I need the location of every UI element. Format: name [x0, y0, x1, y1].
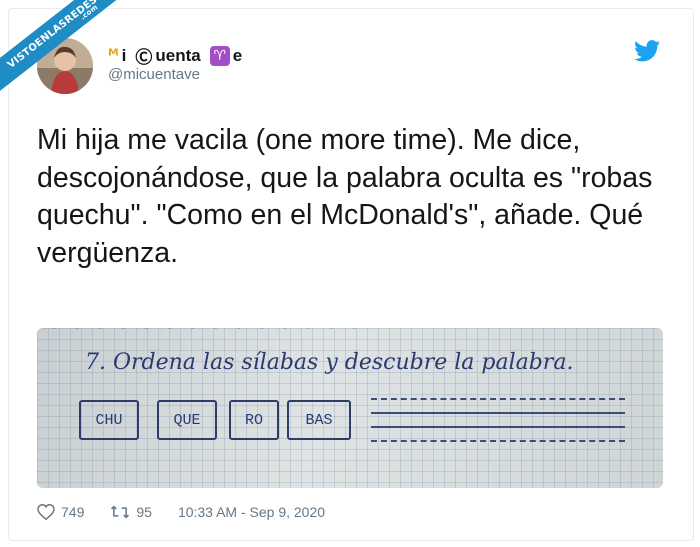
name-mid: i — [121, 45, 127, 65]
name-copyright-glyph: Ⓒ — [135, 48, 153, 68]
tweet-timestamp[interactable]: 10:33 AM - Sep 9, 2020 — [178, 504, 325, 520]
answer-line — [371, 440, 625, 442]
syllable-box: CHU — [79, 400, 139, 440]
tweet-text: Mi hija me vacila (one more time). Me di… — [37, 124, 653, 269]
author-name[interactable]: ᴹ i Ⓒ uenta ♈ e — [108, 43, 242, 68]
syllable-box: QUE — [157, 400, 217, 440]
retweet-icon[interactable] — [110, 504, 130, 520]
retweet-count: 95 — [136, 504, 152, 520]
heart-icon[interactable] — [37, 504, 55, 520]
author-handle[interactable]: @micuentave — [108, 66, 200, 83]
syllable-box: RO — [229, 400, 279, 440]
name-suffix: e — [232, 45, 243, 65]
name-aries-glyph: ♈ — [209, 45, 230, 66]
tweet-footer: 749 95 10:33 AM - Sep 9, 2020 — [37, 503, 325, 521]
syllable-box: BAS — [287, 400, 351, 440]
exercise-instruction: 7. Ordena las sílabas y descubre la pala… — [85, 350, 574, 375]
tweet-photo[interactable]: ~ ~ ~ ~ ~ ~ ~ ~ ~ ~ ~ ~ ~ ~ 7. Ordena la… — [37, 328, 663, 488]
name-word: uenta — [155, 45, 201, 65]
answer-line — [371, 412, 625, 414]
name-prefix-glyph: ᴹ — [108, 45, 119, 66]
previous-line-fragment: ~ ~ ~ ~ ~ ~ ~ ~ ~ ~ ~ ~ ~ ~ — [43, 328, 360, 338]
like-count: 749 — [61, 504, 85, 520]
answer-line — [371, 398, 625, 400]
twitter-bird-icon[interactable] — [634, 40, 660, 62]
answer-line — [371, 426, 625, 428]
